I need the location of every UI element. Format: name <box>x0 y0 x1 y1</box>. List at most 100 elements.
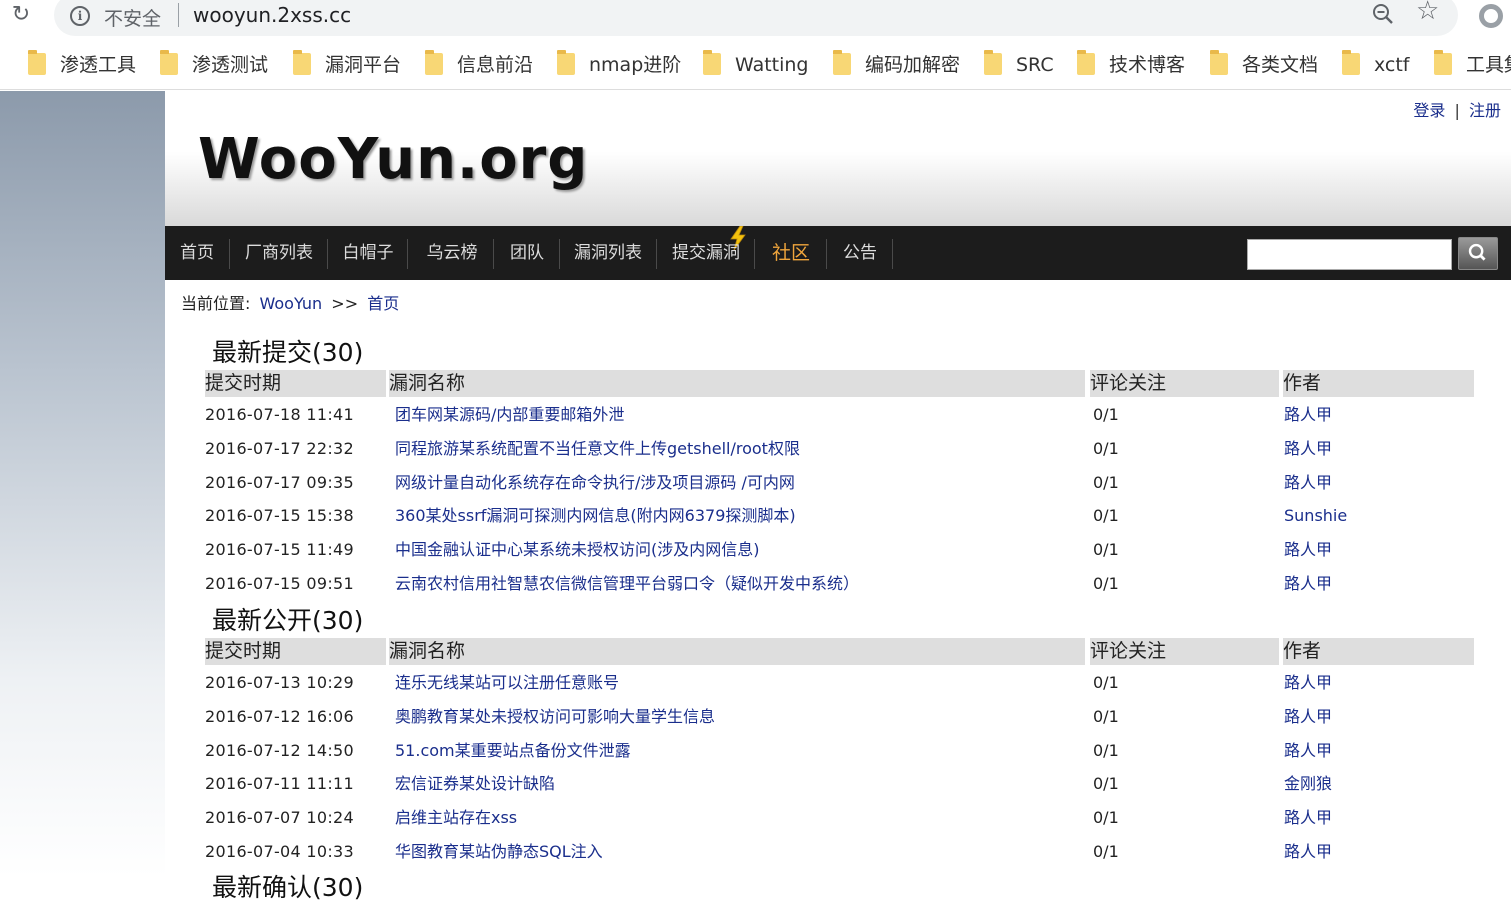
author-link[interactable]: 路人甲 <box>1284 402 1332 428</box>
zoom-out-icon[interactable] <box>1371 2 1395 26</box>
bookmark-label: nmap进阶 <box>589 54 682 76</box>
author-link[interactable]: 路人甲 <box>1284 537 1332 563</box>
bookmark-item[interactable]: 渗透工具 <box>28 49 137 78</box>
bookmark-item[interactable]: 编码加解密 <box>833 49 961 78</box>
nav-item[interactable]: 乌云榜 <box>411 226 493 280</box>
author-link[interactable]: 路人甲 <box>1284 670 1332 696</box>
nav-item[interactable]: 提交漏洞 <box>658 226 754 280</box>
folder-icon <box>28 49 46 75</box>
vuln-title-link[interactable]: 华图教育某站伪静态SQL注入 <box>395 839 603 865</box>
search-icon <box>1468 243 1486 261</box>
bookmark-item[interactable]: nmap进阶 <box>557 49 682 78</box>
comment-count: 0/1 <box>1093 740 1119 760</box>
vuln-title-link[interactable]: 51.com某重要站点备份文件泄露 <box>395 738 631 764</box>
bookmark-label: 渗透工具 <box>60 54 137 76</box>
bookmark-item[interactable]: Watting <box>703 49 809 78</box>
table-row: 2016-07-18 11:41 团车网某源码/内部重要邮箱外泄 0/1 路人甲 <box>205 402 1474 436</box>
author-link[interactable]: 路人甲 <box>1284 839 1332 865</box>
nav-item[interactable]: 厂商列表 <box>231 226 327 280</box>
site-logo[interactable]: WooYun.org <box>198 127 588 192</box>
bookmark-item[interactable]: 技术博客 <box>1077 49 1186 78</box>
author-link[interactable]: 路人甲 <box>1284 470 1332 496</box>
bookmark-item[interactable]: 信息前沿 <box>425 49 534 78</box>
bookmark-item[interactable]: 各类文档 <box>1210 49 1318 78</box>
reload-icon[interactable]: ↻ <box>8 2 34 28</box>
column-header-comments: 评论关注 <box>1090 370 1279 397</box>
url-text[interactable]: wooyun.2xss.cc <box>193 3 351 27</box>
nav-item[interactable]: 团队 <box>495 226 559 280</box>
nav-divider <box>892 239 893 269</box>
comment-count: 0/1 <box>1093 405 1119 424</box>
section-title: 最新提交(30) <box>212 338 364 367</box>
vuln-title-link[interactable]: 启维主站存在xss <box>395 805 517 831</box>
vuln-title-link[interactable]: 奥鹏教育某处未授权访问可影响大量学生信息 <box>395 704 715 730</box>
nav-item[interactable]: 首页 <box>165 226 229 280</box>
register-link[interactable]: 注册 <box>1469 101 1501 120</box>
bookmark-item[interactable]: 漏洞平台 <box>293 49 401 78</box>
submit-time: 2016-07-17 22:32 <box>205 438 354 458</box>
omnibox[interactable]: i 不安全 wooyun.2xss.cc ☆ <box>54 0 1458 36</box>
table-row: 2016-07-17 22:32 同程旅游某系统配置不当任意文件上传getshel… <box>205 436 1474 470</box>
search-input[interactable] <box>1247 239 1452 270</box>
vuln-title-link[interactable]: 网级计量自动化系统存在命令执行/涉及项目源码 /可内网 <box>395 470 795 496</box>
vuln-title-link[interactable]: 云南农村信用社智慧农信微信管理平台弱口令（疑似开发中系统） <box>395 571 859 597</box>
comment-count: 0/1 <box>1093 574 1119 593</box>
submit-time: 2016-07-17 09:35 <box>205 472 354 492</box>
omnibox-divider <box>178 3 179 27</box>
user-links: 登录 | 注册 <box>1413 97 1501 121</box>
vuln-title-link[interactable]: 连乐无线某站可以注册任意账号 <box>395 670 619 696</box>
folder-icon <box>557 49 575 75</box>
nav-item[interactable]: 社区 <box>756 226 826 280</box>
author-link[interactable]: 路人甲 <box>1284 436 1332 462</box>
folder-icon <box>1342 49 1360 75</box>
vuln-title-link[interactable]: 同程旅游某系统配置不当任意文件上传getshell/root权限 <box>395 436 800 462</box>
column-header-time: 提交时期 <box>205 638 386 665</box>
bookmark-label: Watting <box>735 54 809 76</box>
folder-icon <box>160 49 178 75</box>
bookmark-star-icon[interactable]: ☆ <box>1416 0 1439 26</box>
table-row: 2016-07-07 10:24 启维主站存在xss 0/1 路人甲 <box>205 805 1474 839</box>
info-icon[interactable]: i <box>70 6 90 26</box>
security-label[interactable]: 不安全 <box>104 4 161 31</box>
submit-time: 2016-07-12 16:06 <box>205 706 354 726</box>
bookmark-label: 编码加解密 <box>865 54 961 76</box>
column-header-name: 漏洞名称 <box>389 638 1085 665</box>
table-row: 2016-07-12 14:50 51.com某重要站点备份文件泄露 0/1 路人甲 <box>205 738 1474 772</box>
folder-icon <box>1434 49 1452 75</box>
bookmark-item[interactable]: SRC <box>984 49 1054 78</box>
bookmark-item[interactable]: 工具集 <box>1434 49 1511 78</box>
comment-count: 0/1 <box>1093 506 1119 526</box>
author-link[interactable]: 金刚狼 <box>1284 771 1332 797</box>
nav-divider <box>493 239 494 269</box>
bookmark-label: 技术博客 <box>1109 54 1186 76</box>
nav-item[interactable]: 白帽子 <box>329 226 407 280</box>
profile-icon[interactable] <box>1479 4 1503 28</box>
search-button[interactable] <box>1458 237 1498 270</box>
nav-item[interactable]: 公告 <box>828 226 892 280</box>
author-link[interactable]: 路人甲 <box>1284 571 1332 597</box>
folder-icon <box>1077 49 1095 75</box>
author-link[interactable]: 路人甲 <box>1284 738 1332 764</box>
vuln-title-link[interactable]: 360某处ssrf漏洞可探测内网信息(附内网6379探测脚本) <box>395 503 796 529</box>
nav-divider <box>656 239 657 269</box>
breadcrumb-home-link[interactable]: WooYun <box>260 294 323 313</box>
breadcrumb-current-link[interactable]: 首页 <box>367 294 399 313</box>
comment-count: 0/1 <box>1093 673 1119 692</box>
vuln-title-link[interactable]: 团车网某源码/内部重要邮箱外泄 <box>395 402 624 428</box>
author-link[interactable]: Sunshie <box>1284 503 1347 529</box>
bookmark-label: xctf <box>1374 54 1410 76</box>
bookmark-label: 信息前沿 <box>457 54 534 76</box>
bookmark-item[interactable]: 渗透测试 <box>160 49 268 78</box>
author-link[interactable]: 路人甲 <box>1284 805 1332 831</box>
vuln-title-link[interactable]: 宏信证券某处设计缺陷 <box>395 771 555 797</box>
comment-count: 0/1 <box>1093 842 1119 861</box>
bookmark-item[interactable]: xctf <box>1342 49 1410 78</box>
nav-item[interactable]: 漏洞列表 <box>560 226 656 280</box>
vuln-title-link[interactable]: 中国金融认证中心某系统未授权访问(涉及内网信息) <box>395 537 760 563</box>
site-header: WooYun.org 登录 | 注册 <box>165 91 1511 226</box>
column-header-author: 作者 <box>1283 638 1474 665</box>
login-link[interactable]: 登录 <box>1413 101 1445 120</box>
folder-icon <box>703 49 721 75</box>
author-link[interactable]: 路人甲 <box>1284 704 1332 730</box>
column-header-comments: 评论关注 <box>1090 638 1279 665</box>
